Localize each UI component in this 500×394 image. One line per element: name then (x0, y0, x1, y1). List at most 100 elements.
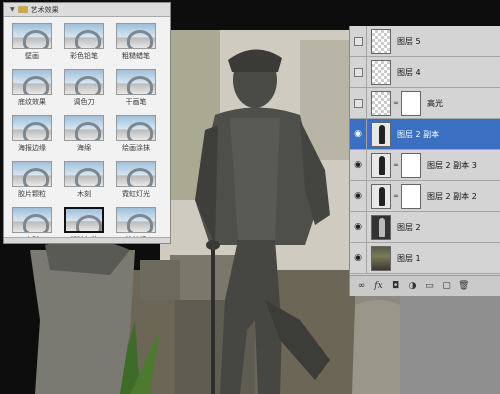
eye-icon: ◉ (354, 252, 362, 263)
visibility-toggle[interactable]: ◉ (350, 150, 367, 180)
layer-thumbnail (371, 121, 391, 147)
filter-label: 底纹效果 (18, 98, 46, 106)
filter-tile[interactable]: 壁画 (10, 23, 54, 65)
filter-label: 绘画涂抹 (122, 144, 150, 152)
filter-tile[interactable]: 调色刀 (62, 69, 106, 111)
layer-row[interactable]: ◉ 图层 1 (350, 243, 500, 274)
folder-icon (17, 6, 28, 13)
fx-icon[interactable]: fx (373, 281, 384, 291)
layer-name: 高光 (427, 98, 443, 108)
visibility-off-icon (353, 36, 363, 46)
trash-icon[interactable]: 🗑 (458, 281, 469, 291)
filter-tile[interactable]: 木刻 (62, 161, 106, 203)
layer-thumbnail (371, 152, 391, 178)
filter-tile[interactable]: 胶片颗粒 (10, 161, 54, 203)
layer-row[interactable]: ◉ 图层 2 (350, 212, 500, 243)
filter-thumbnail[interactable] (64, 115, 104, 141)
layer-thumbnail (371, 90, 391, 116)
filter-label: 干画笔 (125, 98, 147, 106)
layer-row[interactable]: ◉ ∞ 图层 2 副本 2 (350, 181, 500, 212)
visibility-toggle[interactable] (350, 88, 367, 118)
filter-thumbnail[interactable] (116, 23, 156, 49)
link-chain-icon[interactable]: ∞ (393, 192, 399, 200)
gallery-bottom-edge (4, 237, 170, 243)
filter-thumbnail[interactable] (64, 69, 104, 95)
filter-tile[interactable]: 底纹效果 (10, 69, 54, 111)
filter-thumbnail[interactable] (116, 207, 156, 233)
visibility-toggle[interactable] (350, 57, 367, 87)
filter-thumbnail[interactable] (12, 207, 52, 233)
layers-panel: 图层 5 图层 4 ∞ 高光 ◉ 图层 2 副本 ◉ ∞ 图层 2 副本 3 ◉… (349, 26, 500, 296)
layer-row[interactable]: ∞ 高光 (350, 88, 500, 119)
filter-thumbnail[interactable] (64, 207, 104, 233)
visibility-toggle[interactable]: ◉ (350, 181, 367, 211)
visibility-toggle[interactable]: ◉ (350, 119, 367, 149)
layer-name: 图层 2 副本 2 (427, 191, 477, 201)
filter-label: 木刻 (77, 190, 91, 198)
layer-thumbnail (371, 214, 391, 240)
new-layer-icon[interactable]: ▢ (441, 281, 452, 291)
layer-row[interactable]: 图层 4 (350, 57, 500, 88)
filter-tile[interactable]: 霓虹灯光 (114, 161, 158, 203)
filter-tile[interactable]: 海报边缘 (10, 115, 54, 157)
eye-icon: ◉ (354, 159, 362, 170)
filter-label: 霓虹灯光 (122, 190, 150, 198)
visibility-off-icon (353, 67, 363, 77)
filter-thumbnail[interactable] (12, 23, 52, 49)
layer-thumbnail (371, 245, 391, 271)
filter-thumbnail[interactable] (116, 161, 156, 187)
layer-mask-thumbnail[interactable] (401, 152, 421, 178)
filter-thumbnail[interactable] (12, 161, 52, 187)
eye-icon: ◉ (354, 128, 362, 139)
filter-thumbnail[interactable] (12, 69, 52, 95)
filter-label: 海绵 (77, 144, 91, 152)
layer-mask-thumbnail[interactable] (401, 90, 421, 116)
filter-thumbnail-grid: 壁画 彩色铅笔 粗糙蜡笔 底纹效果 调色刀 干画笔 海报边缘 海绵 绘画涂抹 胶… (10, 23, 158, 249)
layer-mask-thumbnail[interactable] (401, 183, 421, 209)
layer-name: 图层 5 (397, 36, 421, 46)
expand-triangle-icon[interactable]: ▼ (10, 6, 15, 13)
filter-thumbnail[interactable] (64, 161, 104, 187)
filter-thumbnail[interactable] (12, 115, 52, 141)
layer-row-selected[interactable]: ◉ 图层 2 副本 (350, 119, 500, 150)
layer-name: 图层 2 副本 3 (427, 160, 477, 170)
filter-category-label: 艺术效果 (30, 5, 59, 14)
filter-thumbnail[interactable] (116, 69, 156, 95)
layer-thumbnail (371, 59, 391, 85)
filter-thumbnail[interactable] (64, 23, 104, 49)
filter-tile[interactable]: 彩色铅笔 (62, 23, 106, 65)
eye-icon: ◉ (354, 190, 362, 201)
layer-name: 图层 2 副本 (397, 129, 440, 139)
filter-label: 彩色铅笔 (70, 52, 98, 60)
filter-label: 海报边缘 (18, 144, 46, 152)
layer-name: 图层 2 (397, 222, 421, 232)
layers-bottom-toolbar: ∞ fx ◘ ◑ ▭ ▢ 🗑 (350, 275, 500, 296)
filter-thumbnail[interactable] (116, 115, 156, 141)
filter-gallery-panel: ▼ 艺术效果 壁画 彩色铅笔 粗糙蜡笔 底纹效果 调色刀 干画笔 海报边缘 海绵… (3, 2, 171, 244)
layer-name: 图层 1 (397, 253, 421, 263)
link-chain-icon[interactable]: ∞ (393, 161, 399, 169)
layer-row[interactable]: 图层 5 (350, 26, 500, 57)
filter-category-header[interactable]: ▼ 艺术效果 (4, 3, 170, 17)
visibility-off-icon (353, 98, 363, 108)
layer-thumbnail (371, 28, 391, 54)
filter-tile[interactable]: 海绵 (62, 115, 106, 157)
filter-label: 壁画 (25, 52, 39, 60)
filter-tile[interactable]: 粗糙蜡笔 (114, 23, 158, 65)
group-icon[interactable]: ▭ (424, 281, 435, 291)
adjustment-icon[interactable]: ◑ (407, 281, 418, 291)
mask-icon[interactable]: ◘ (390, 281, 401, 291)
filter-label: 粗糙蜡笔 (122, 52, 150, 60)
link-chain-icon[interactable]: ∞ (393, 99, 399, 107)
visibility-toggle[interactable]: ◉ (350, 243, 367, 273)
layer-row[interactable]: ◉ ∞ 图层 2 副本 3 (350, 150, 500, 181)
filter-label: 调色刀 (73, 98, 95, 106)
layer-thumbnail (371, 183, 391, 209)
filter-tile[interactable]: 干画笔 (114, 69, 158, 111)
filter-tile[interactable]: 绘画涂抹 (114, 115, 158, 157)
link-icon[interactable]: ∞ (356, 281, 367, 291)
layer-name: 图层 4 (397, 67, 421, 77)
eye-icon: ◉ (354, 221, 362, 232)
visibility-toggle[interactable] (350, 26, 367, 56)
visibility-toggle[interactable]: ◉ (350, 212, 367, 242)
